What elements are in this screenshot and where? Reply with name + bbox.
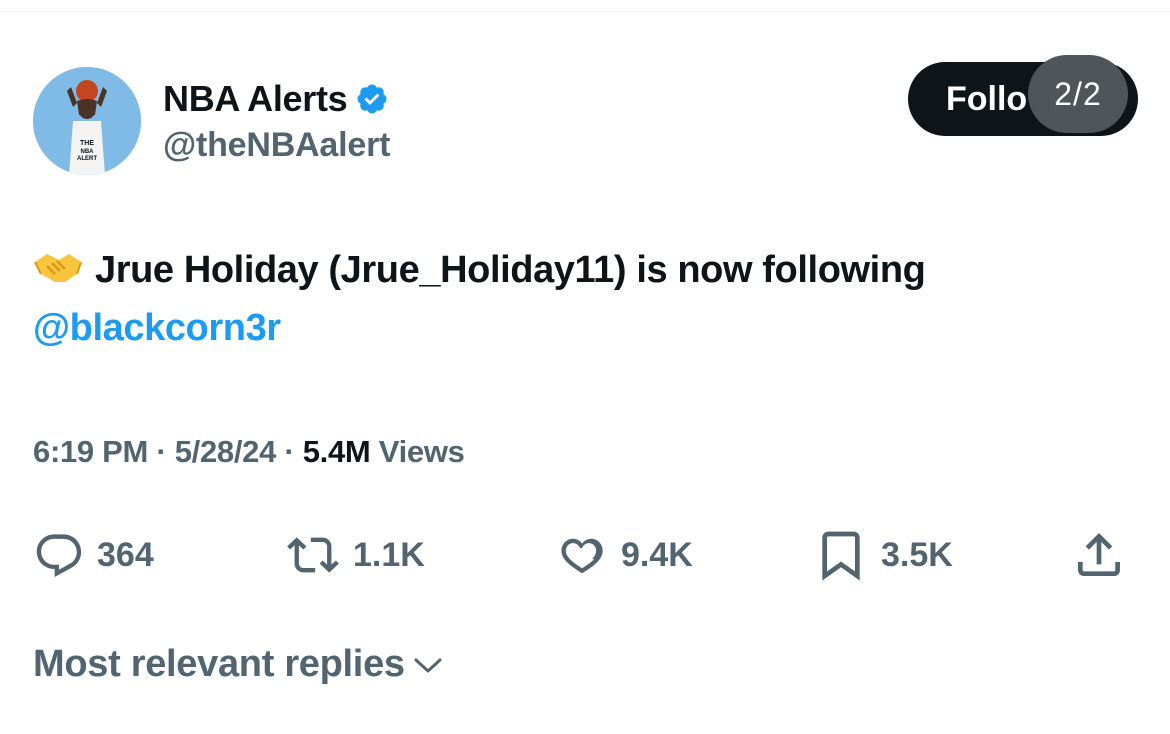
handshake-icon [33, 248, 83, 302]
share-icon [1078, 533, 1120, 576]
avatar-illustration: THE NBA ALERT [33, 67, 141, 175]
share-button[interactable] [1071, 520, 1139, 590]
account-name-row[interactable]: NBA Alerts [163, 78, 389, 120]
bookmark-icon [822, 531, 860, 581]
page-counter-label: 2/2 [1054, 75, 1102, 112]
follow-button-label: Follo [946, 79, 1028, 118]
bookmark-button[interactable]: 3.5K [813, 520, 953, 590]
tweet-text: Jrue Holiday (Jrue_Holiday11) is now fol… [95, 249, 926, 291]
like-count: 9.4K [621, 535, 693, 574]
repost-button[interactable]: 1.1K [285, 520, 425, 590]
mention-link[interactable]: @blackcorn3r [33, 302, 1133, 354]
reply-icon [36, 534, 82, 577]
meta-separator: · [148, 434, 175, 469]
reply-button[interactable]: 364 [33, 520, 154, 590]
views-label: Views [370, 434, 465, 469]
replies-sort-dropdown[interactable]: Most relevant replies [33, 643, 443, 686]
account-handle[interactable]: @theNBAalert [163, 126, 390, 165]
tweet-date[interactable]: 5/28/24 [175, 434, 277, 469]
heart-icon [561, 538, 603, 574]
verified-badge-icon [357, 84, 387, 114]
svg-text:ALERT: ALERT [77, 156, 97, 162]
svg-text:THE: THE [80, 140, 94, 147]
like-button[interactable]: 9.4K [553, 520, 693, 590]
display-name[interactable]: NBA Alerts [163, 78, 348, 120]
views-count: 5.4M [302, 434, 371, 469]
tweet-body: Jrue Holiday (Jrue_Holiday11) is now fol… [33, 244, 1133, 354]
meta-separator: · [276, 434, 303, 469]
tweet-time[interactable]: 6:19 PM [33, 434, 148, 469]
reply-count: 364 [97, 535, 154, 574]
chevron-down-icon [414, 658, 442, 672]
repost-icon [287, 537, 339, 573]
image-page-counter: 2/2 [1028, 55, 1128, 133]
action-bar: 364 1.1K 9.4K 3.5K [33, 520, 1133, 590]
top-divider [0, 0, 1170, 12]
tweet-meta: 6:19 PM · 5/28/24 · 5.4M Views [33, 434, 465, 470]
replies-sort-label: Most relevant replies [33, 643, 405, 685]
avatar[interactable]: THE NBA ALERT [33, 67, 141, 175]
bookmark-count: 3.5K [881, 535, 953, 574]
repost-count: 1.1K [353, 535, 425, 574]
svg-text:NBA: NBA [81, 149, 95, 155]
